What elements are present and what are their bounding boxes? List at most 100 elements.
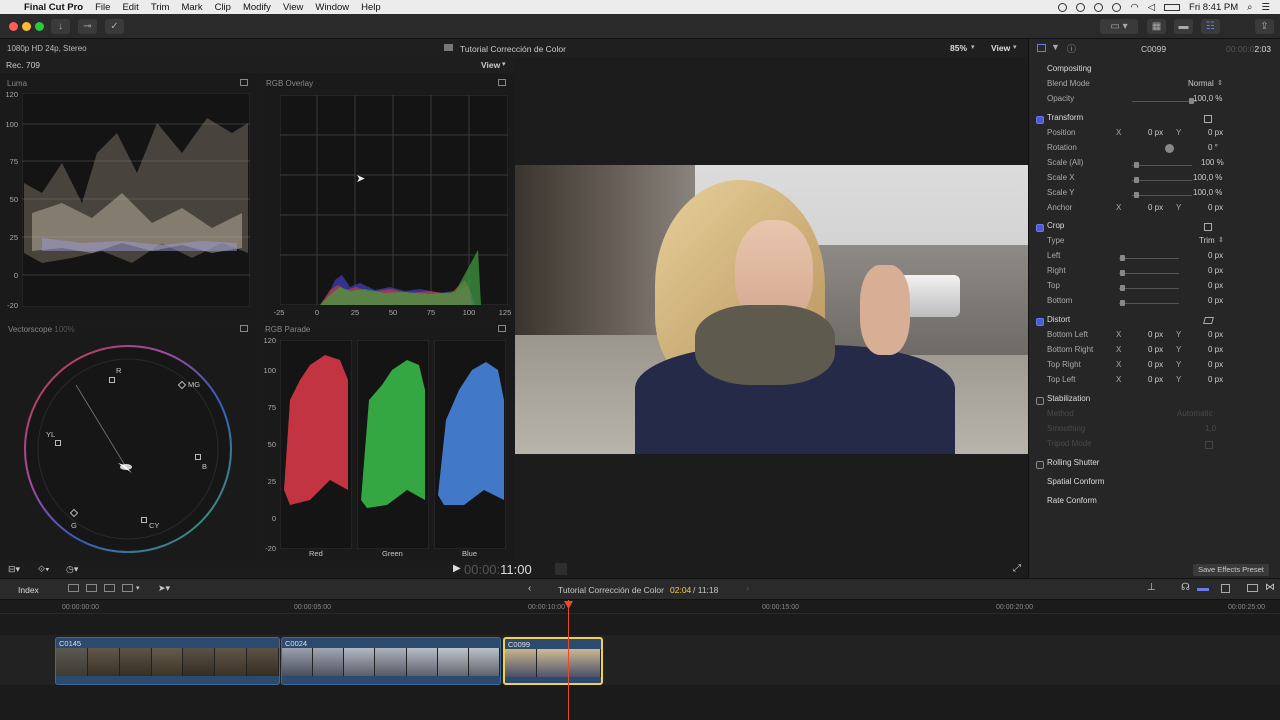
- effects-browser-icon[interactable]: ⋈: [1265, 582, 1275, 593]
- distort-tl-x-value[interactable]: 0 px: [1148, 375, 1163, 384]
- record-icon[interactable]: [1058, 2, 1068, 12]
- luma-settings-icon[interactable]: [240, 79, 248, 86]
- distort-tl-y-value[interactable]: 0 px: [1208, 375, 1223, 384]
- view-chevron-icon[interactable]: ▾: [1013, 43, 1017, 51]
- overwrite-clip-icon[interactable]: [122, 584, 133, 592]
- wifi-icon[interactable]: ◠: [1130, 2, 1138, 13]
- volume-icon[interactable]: ◁: [1148, 2, 1155, 13]
- libraries-layout-button[interactable]: ▭ ▾: [1100, 19, 1138, 34]
- crop-onscreen-icon[interactable]: [1204, 223, 1212, 231]
- connect-clip-icon[interactable]: [68, 584, 79, 592]
- viewer-canvas[interactable]: [515, 165, 1028, 454]
- rotation-dial-icon[interactable]: [1165, 144, 1174, 153]
- crop-top-slider[interactable]: [1119, 285, 1179, 291]
- video-inspector-tab-icon[interactable]: [1037, 44, 1046, 52]
- opacity-slider[interactable]: [1132, 98, 1197, 104]
- crop-top-value[interactable]: 0 px: [1208, 281, 1223, 290]
- timeline-back-icon[interactable]: ‹: [528, 583, 531, 594]
- crop-bottom-slider[interactable]: [1119, 300, 1179, 306]
- scale-y-slider[interactable]: [1132, 192, 1192, 198]
- sync-icon[interactable]: [1076, 2, 1086, 12]
- distort-onscreen-icon[interactable]: [1203, 317, 1214, 324]
- menu-help[interactable]: Help: [361, 2, 381, 13]
- inspector-toggle-button[interactable]: ☷: [1201, 19, 1220, 34]
- playhead[interactable]: [568, 600, 569, 720]
- timeline-forward-icon[interactable]: ›: [746, 583, 749, 594]
- position-y-value[interactable]: 0 px: [1208, 128, 1223, 137]
- anchor-y-value[interactable]: 0 px: [1208, 203, 1223, 212]
- scopes-view-chevron-icon[interactable]: ▾: [502, 60, 506, 68]
- clip-appearance-icon[interactable]: [1247, 584, 1258, 592]
- play-button[interactable]: ▶: [453, 563, 461, 574]
- timeline-clip-selected[interactable]: C0099: [503, 637, 603, 685]
- crop-type-select[interactable]: Trim: [1199, 236, 1215, 245]
- menu-modify[interactable]: Modify: [243, 2, 271, 13]
- menu-window[interactable]: Window: [315, 2, 349, 13]
- close-window-icon[interactable]: [9, 22, 18, 31]
- dropbox-icon[interactable]: [1094, 2, 1104, 12]
- distort-br-x-value[interactable]: 0 px: [1148, 345, 1163, 354]
- compositing-section[interactable]: Compositing: [1047, 64, 1277, 79]
- menu-file[interactable]: File: [95, 2, 110, 13]
- menu-view[interactable]: View: [283, 2, 303, 13]
- crop-right-slider[interactable]: [1119, 270, 1179, 276]
- color-inspector-tab-icon[interactable]: ▼: [1051, 42, 1060, 52]
- menu-app-name[interactable]: Final Cut Pro: [24, 2, 83, 13]
- crop-type-chevron-icon[interactable]: ⇕: [1218, 236, 1224, 244]
- distort-bl-y-value[interactable]: 0 px: [1208, 330, 1223, 339]
- minimize-window-icon[interactable]: [22, 22, 31, 31]
- stabilization-checkbox[interactable]: [1036, 397, 1044, 405]
- select-tool-icon[interactable]: ➤▾: [158, 583, 170, 594]
- timeline-clip[interactable]: C0145: [55, 637, 280, 685]
- browser-toggle-button[interactable]: ▦: [1147, 19, 1166, 34]
- scale-y-value[interactable]: 100,0 %: [1193, 188, 1222, 197]
- viewer-view-menu[interactable]: View: [991, 43, 1010, 53]
- scale-x-value[interactable]: 100,0 %: [1193, 173, 1222, 182]
- scopes-view-menu[interactable]: View: [481, 60, 500, 70]
- scale-all-slider[interactable]: [1132, 162, 1192, 168]
- edit-menu-chevron-icon[interactable]: ▾: [136, 584, 140, 592]
- timeline-index-button[interactable]: Index: [18, 585, 39, 595]
- scale-all-value[interactable]: 100 %: [1201, 158, 1224, 167]
- scale-x-slider[interactable]: [1132, 177, 1192, 183]
- menu-trim[interactable]: Trim: [151, 2, 170, 13]
- menu-edit[interactable]: Edit: [122, 2, 138, 13]
- timeline-toggle-button[interactable]: ▬: [1174, 19, 1193, 34]
- distort-tr-x-value[interactable]: 0 px: [1148, 360, 1163, 369]
- clock-icon[interactable]: [1112, 2, 1122, 12]
- crop-bottom-value[interactable]: 0 px: [1208, 296, 1223, 305]
- spatial-conform-section[interactable]: Spatial Conform: [1047, 477, 1277, 492]
- blend-mode-chevron-icon[interactable]: ⇕: [1217, 79, 1223, 87]
- keywords-button[interactable]: ⊸: [78, 19, 97, 34]
- anchor-x-value[interactable]: 0 px: [1148, 203, 1163, 212]
- retime-menu-icon[interactable]: ◷▾: [66, 564, 78, 575]
- distort-checkbox[interactable]: [1036, 318, 1044, 326]
- crop-section[interactable]: Crop: [1036, 221, 1277, 236]
- stabilization-section[interactable]: Stabilization: [1036, 394, 1277, 409]
- tripod-mode-checkbox[interactable]: [1205, 441, 1213, 449]
- menu-mark[interactable]: Mark: [181, 2, 202, 13]
- crop-right-value[interactable]: 0 px: [1208, 266, 1223, 275]
- snapping-toggle-icon[interactable]: [1221, 584, 1230, 593]
- menubar-clock[interactable]: Fri 8:41 PM: [1189, 2, 1238, 13]
- notification-icon[interactable]: ☰: [1261, 2, 1270, 13]
- rotation-value[interactable]: 0 °: [1208, 143, 1218, 152]
- import-button[interactable]: ↓: [51, 19, 70, 34]
- audio-skimming-icon[interactable]: ☊: [1181, 582, 1190, 593]
- rate-conform-section[interactable]: Rate Conform: [1047, 496, 1277, 511]
- rolling-shutter-section[interactable]: Rolling Shutter: [1036, 458, 1277, 473]
- distort-tr-y-value[interactable]: 0 px: [1208, 360, 1223, 369]
- opacity-value[interactable]: 100,0 %: [1193, 94, 1222, 103]
- stabilization-method-select[interactable]: Automatic: [1177, 409, 1213, 418]
- crop-left-value[interactable]: 0 px: [1208, 251, 1223, 260]
- share-button[interactable]: ⇪: [1255, 19, 1274, 34]
- menu-clip[interactable]: Clip: [215, 2, 231, 13]
- blend-mode-select[interactable]: Normal: [1188, 79, 1214, 88]
- rolling-shutter-checkbox[interactable]: [1036, 461, 1044, 469]
- append-clip-icon[interactable]: [104, 584, 115, 592]
- timeline-clip[interactable]: C0024: [281, 637, 501, 685]
- solo-toggle-icon[interactable]: [1197, 588, 1209, 591]
- fullscreen-icon[interactable]: ⤢: [1013, 563, 1021, 574]
- skimming-toggle-icon[interactable]: ⊥: [1147, 582, 1156, 593]
- save-effects-preset-button[interactable]: Save Effects Preset: [1193, 564, 1269, 576]
